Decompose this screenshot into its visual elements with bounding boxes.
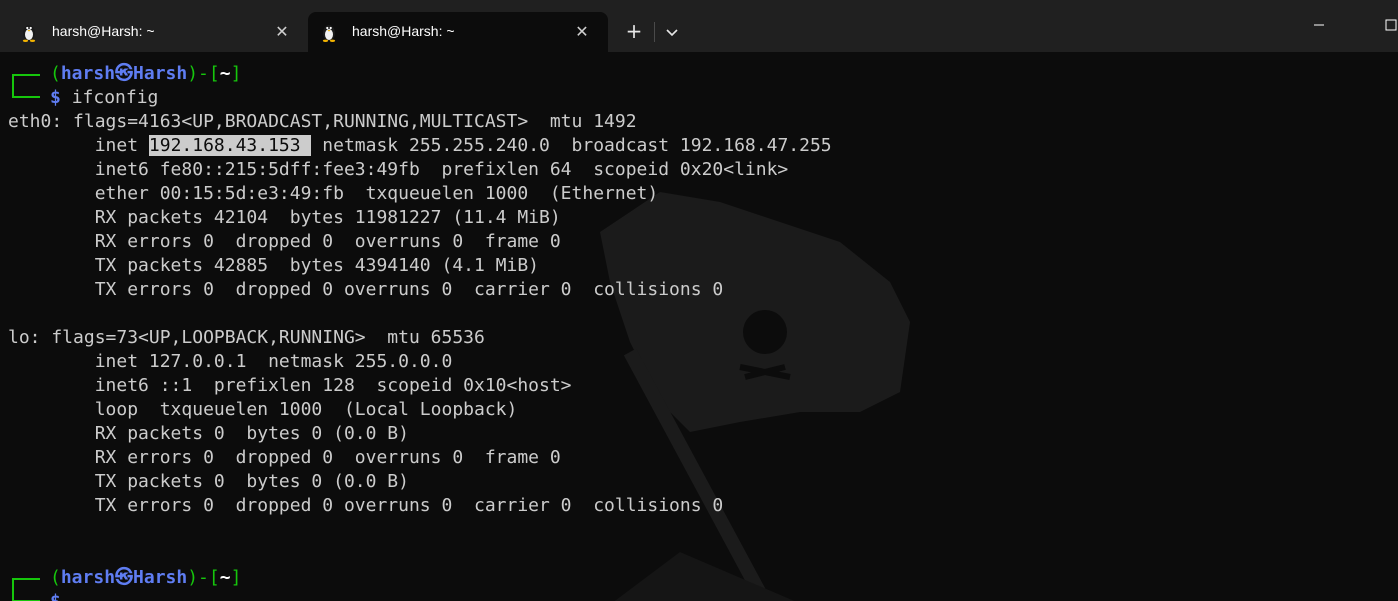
output-line: RX packets 0 bytes 0 (0.0 B) bbox=[8, 423, 409, 444]
prompt-dir: ~ bbox=[219, 63, 231, 84]
prompt-sep: ㉿ bbox=[115, 63, 134, 84]
inet-label: inet bbox=[8, 135, 149, 156]
output-line: inet6 fe80::215:5dff:fee3:49fb prefixlen… bbox=[8, 159, 789, 180]
maximize-icon[interactable] bbox=[1378, 10, 1398, 40]
close-icon[interactable]: ✕ bbox=[570, 20, 594, 44]
tab-2-active[interactable]: harsh@Harsh: ~ ✕ bbox=[308, 12, 608, 52]
output-line: inet6 ::1 prefixlen 128 scopeid 0x10<hos… bbox=[8, 375, 572, 396]
prompt-corner bbox=[8, 86, 50, 110]
divider bbox=[654, 22, 655, 42]
output-line: TX errors 0 dropped 0 overruns 0 carrier… bbox=[8, 279, 724, 300]
prompt-host: Harsh bbox=[133, 567, 188, 588]
output-line: ether 00:15:5d:e3:49:fb txqueuelen 1000 … bbox=[8, 183, 659, 204]
command-line: $ ifconfig bbox=[8, 86, 832, 110]
output-line: TX errors 0 dropped 0 overruns 0 carrier… bbox=[8, 495, 724, 516]
command-line[interactable]: $ bbox=[8, 590, 832, 601]
prompt-corner bbox=[8, 590, 50, 601]
close-icon[interactable]: ✕ bbox=[270, 20, 294, 44]
output-line: eth0: flags=4163<UP,BROADCAST,RUNNING,MU… bbox=[8, 111, 637, 132]
prompt-corner bbox=[8, 566, 50, 590]
prompt-corner bbox=[8, 62, 50, 86]
tab-bar: harsh@Harsh: ~ ✕ harsh@Harsh: ~ ✕ + bbox=[0, 0, 1398, 52]
output-line: loop txqueuelen 1000 (Local Loopback) bbox=[8, 399, 518, 420]
selected-ip[interactable]: 192.168.43.153 bbox=[148, 135, 312, 156]
tab-title: harsh@Harsh: ~ bbox=[352, 23, 455, 39]
output-line: RX packets 42104 bytes 11981227 (11.4 Mi… bbox=[8, 207, 561, 228]
linux-tux-icon bbox=[22, 25, 36, 42]
output-line: TX packets 42885 bytes 4394140 (4.1 MiB) bbox=[8, 255, 540, 276]
prompt-dollar: $ bbox=[50, 87, 61, 108]
prompt-line: (harsh㉿Harsh)-[~] bbox=[8, 62, 832, 86]
tab-title: harsh@Harsh: ~ bbox=[52, 23, 155, 39]
tab-1[interactable]: harsh@Harsh: ~ ✕ bbox=[0, 12, 305, 52]
output-line: RX errors 0 dropped 0 overruns 0 frame 0 bbox=[8, 231, 561, 252]
minimize-icon[interactable] bbox=[1296, 10, 1342, 40]
output-line: inet 127.0.0.1 netmask 255.0.0.0 bbox=[8, 351, 453, 372]
inet-rest: netmask 255.255.240.0 broadcast 192.168.… bbox=[311, 135, 832, 156]
chevron-down-icon[interactable] bbox=[660, 20, 684, 44]
prompt-user: harsh bbox=[60, 567, 116, 588]
output-line: inet 192.168.43.153 netmask 255.255.240.… bbox=[8, 134, 832, 158]
output-line: TX packets 0 bytes 0 (0.0 B) bbox=[8, 471, 409, 492]
output-line: lo: flags=73<UP,LOOPBACK,RUNNING> mtu 65… bbox=[8, 327, 485, 348]
command-text: ifconfig bbox=[71, 87, 159, 108]
linux-tux-icon bbox=[322, 25, 336, 42]
terminal-area[interactable]: (harsh㉿Harsh)-[~] $ ifconfig eth0: flags… bbox=[0, 52, 1398, 601]
prompt-sep: ㉿ bbox=[115, 567, 134, 588]
prompt-host: Harsh bbox=[133, 63, 188, 84]
prompt-user: harsh bbox=[60, 63, 116, 84]
output-line: RX errors 0 dropped 0 overruns 0 frame 0 bbox=[8, 447, 561, 468]
prompt-dollar: $ bbox=[50, 591, 61, 601]
plus-icon[interactable]: + bbox=[620, 17, 648, 47]
prompt-line: (harsh㉿Harsh)-[~] bbox=[8, 566, 832, 590]
prompt-dir: ~ bbox=[219, 567, 231, 588]
